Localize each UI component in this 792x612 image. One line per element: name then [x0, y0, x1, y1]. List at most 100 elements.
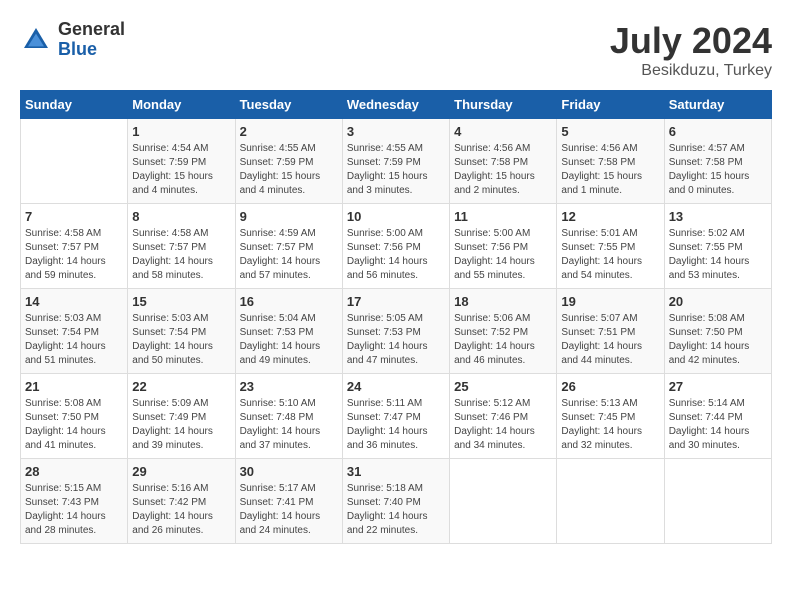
sunrise-text: Sunrise: 5:03 AM: [25, 312, 123, 326]
daylight-text: Daylight: 14 hours and 41 minutes.: [25, 425, 123, 453]
sunset-text: Sunset: 7:55 PM: [669, 241, 767, 255]
sunrise-text: Sunrise: 5:04 AM: [240, 312, 338, 326]
daylight-text: Daylight: 14 hours and 34 minutes.: [454, 425, 552, 453]
sunset-text: Sunset: 7:58 PM: [454, 156, 552, 170]
day-number: 12: [561, 209, 659, 224]
day-info: Sunrise: 5:09 AM Sunset: 7:49 PM Dayligh…: [132, 397, 230, 453]
calendar-cell: 22 Sunrise: 5:09 AM Sunset: 7:49 PM Dayl…: [128, 374, 235, 459]
day-number: 14: [25, 294, 123, 309]
calendar-cell: 12 Sunrise: 5:01 AM Sunset: 7:55 PM Dayl…: [557, 204, 664, 289]
day-info: Sunrise: 5:17 AM Sunset: 7:41 PM Dayligh…: [240, 482, 338, 538]
weekday-header-thursday: Thursday: [450, 91, 557, 119]
weekday-header-saturday: Saturday: [664, 91, 771, 119]
sunrise-text: Sunrise: 5:03 AM: [132, 312, 230, 326]
day-info: Sunrise: 4:55 AM Sunset: 7:59 PM Dayligh…: [240, 142, 338, 198]
day-number: 11: [454, 209, 552, 224]
day-number: 31: [347, 464, 445, 479]
daylight-text: Daylight: 14 hours and 30 minutes.: [669, 425, 767, 453]
sunset-text: Sunset: 7:52 PM: [454, 326, 552, 340]
sunrise-text: Sunrise: 5:17 AM: [240, 482, 338, 496]
sunrise-text: Sunrise: 5:06 AM: [454, 312, 552, 326]
calendar-cell: 20 Sunrise: 5:08 AM Sunset: 7:50 PM Dayl…: [664, 289, 771, 374]
calendar-cell: 7 Sunrise: 4:58 AM Sunset: 7:57 PM Dayli…: [21, 204, 128, 289]
week-row-2: 7 Sunrise: 4:58 AM Sunset: 7:57 PM Dayli…: [21, 204, 772, 289]
sunset-text: Sunset: 7:57 PM: [240, 241, 338, 255]
daylight-text: Daylight: 14 hours and 46 minutes.: [454, 340, 552, 368]
sunset-text: Sunset: 7:54 PM: [25, 326, 123, 340]
day-number: 22: [132, 379, 230, 394]
daylight-text: Daylight: 15 hours and 4 minutes.: [132, 170, 230, 198]
week-row-5: 28 Sunrise: 5:15 AM Sunset: 7:43 PM Dayl…: [21, 459, 772, 544]
daylight-text: Daylight: 14 hours and 54 minutes.: [561, 255, 659, 283]
week-row-3: 14 Sunrise: 5:03 AM Sunset: 7:54 PM Dayl…: [21, 289, 772, 374]
sunrise-text: Sunrise: 5:08 AM: [669, 312, 767, 326]
sunrise-text: Sunrise: 5:13 AM: [561, 397, 659, 411]
calendar-cell: 6 Sunrise: 4:57 AM Sunset: 7:58 PM Dayli…: [664, 119, 771, 204]
day-info: Sunrise: 5:08 AM Sunset: 7:50 PM Dayligh…: [669, 312, 767, 368]
calendar-cell: [450, 459, 557, 544]
calendar-cell: 5 Sunrise: 4:56 AM Sunset: 7:58 PM Dayli…: [557, 119, 664, 204]
weekday-header-friday: Friday: [557, 91, 664, 119]
day-info: Sunrise: 5:13 AM Sunset: 7:45 PM Dayligh…: [561, 397, 659, 453]
day-info: Sunrise: 5:01 AM Sunset: 7:55 PM Dayligh…: [561, 227, 659, 283]
day-number: 8: [132, 209, 230, 224]
logo-general-text: General: [58, 20, 125, 40]
calendar-cell: 27 Sunrise: 5:14 AM Sunset: 7:44 PM Dayl…: [664, 374, 771, 459]
weekday-header-sunday: Sunday: [21, 91, 128, 119]
calendar-table: SundayMondayTuesdayWednesdayThursdayFrid…: [20, 90, 772, 544]
day-number: 13: [669, 209, 767, 224]
day-info: Sunrise: 5:03 AM Sunset: 7:54 PM Dayligh…: [25, 312, 123, 368]
sunset-text: Sunset: 7:58 PM: [561, 156, 659, 170]
sunset-text: Sunset: 7:44 PM: [669, 411, 767, 425]
sunset-text: Sunset: 7:49 PM: [132, 411, 230, 425]
sunrise-text: Sunrise: 4:55 AM: [240, 142, 338, 156]
calendar-cell: [557, 459, 664, 544]
day-number: 4: [454, 124, 552, 139]
sunset-text: Sunset: 7:57 PM: [132, 241, 230, 255]
sunset-text: Sunset: 7:59 PM: [240, 156, 338, 170]
month-title: July 2024: [610, 20, 772, 62]
day-info: Sunrise: 5:05 AM Sunset: 7:53 PM Dayligh…: [347, 312, 445, 368]
calendar-cell: 26 Sunrise: 5:13 AM Sunset: 7:45 PM Dayl…: [557, 374, 664, 459]
sunrise-text: Sunrise: 5:01 AM: [561, 227, 659, 241]
sunrise-text: Sunrise: 5:05 AM: [347, 312, 445, 326]
day-info: Sunrise: 4:58 AM Sunset: 7:57 PM Dayligh…: [25, 227, 123, 283]
sunrise-text: Sunrise: 5:10 AM: [240, 397, 338, 411]
daylight-text: Daylight: 14 hours and 39 minutes.: [132, 425, 230, 453]
daylight-text: Daylight: 14 hours and 32 minutes.: [561, 425, 659, 453]
day-number: 23: [240, 379, 338, 394]
sunrise-text: Sunrise: 5:07 AM: [561, 312, 659, 326]
day-number: 6: [669, 124, 767, 139]
sunrise-text: Sunrise: 4:55 AM: [347, 142, 445, 156]
calendar-cell: 10 Sunrise: 5:00 AM Sunset: 7:56 PM Dayl…: [342, 204, 449, 289]
day-number: 27: [669, 379, 767, 394]
sunset-text: Sunset: 7:46 PM: [454, 411, 552, 425]
calendar-cell: 1 Sunrise: 4:54 AM Sunset: 7:59 PM Dayli…: [128, 119, 235, 204]
sunset-text: Sunset: 7:55 PM: [561, 241, 659, 255]
logo-icon: [20, 24, 52, 56]
daylight-text: Daylight: 14 hours and 42 minutes.: [669, 340, 767, 368]
sunset-text: Sunset: 7:50 PM: [25, 411, 123, 425]
day-info: Sunrise: 4:59 AM Sunset: 7:57 PM Dayligh…: [240, 227, 338, 283]
sunrise-text: Sunrise: 5:14 AM: [669, 397, 767, 411]
daylight-text: Daylight: 14 hours and 51 minutes.: [25, 340, 123, 368]
calendar-cell: 30 Sunrise: 5:17 AM Sunset: 7:41 PM Dayl…: [235, 459, 342, 544]
day-info: Sunrise: 5:18 AM Sunset: 7:40 PM Dayligh…: [347, 482, 445, 538]
sunset-text: Sunset: 7:41 PM: [240, 496, 338, 510]
daylight-text: Daylight: 14 hours and 49 minutes.: [240, 340, 338, 368]
daylight-text: Daylight: 14 hours and 26 minutes.: [132, 510, 230, 538]
calendar-cell: 29 Sunrise: 5:16 AM Sunset: 7:42 PM Dayl…: [128, 459, 235, 544]
daylight-text: Daylight: 14 hours and 59 minutes.: [25, 255, 123, 283]
sunset-text: Sunset: 7:53 PM: [347, 326, 445, 340]
day-number: 26: [561, 379, 659, 394]
sunrise-text: Sunrise: 5:00 AM: [454, 227, 552, 241]
day-info: Sunrise: 5:04 AM Sunset: 7:53 PM Dayligh…: [240, 312, 338, 368]
day-number: 3: [347, 124, 445, 139]
day-info: Sunrise: 5:15 AM Sunset: 7:43 PM Dayligh…: [25, 482, 123, 538]
sunrise-text: Sunrise: 5:09 AM: [132, 397, 230, 411]
page-header: General Blue July 2024 Besikduzu, Turkey: [20, 20, 772, 80]
title-block: July 2024 Besikduzu, Turkey: [610, 20, 772, 80]
day-number: 30: [240, 464, 338, 479]
daylight-text: Daylight: 14 hours and 36 minutes.: [347, 425, 445, 453]
sunset-text: Sunset: 7:58 PM: [669, 156, 767, 170]
